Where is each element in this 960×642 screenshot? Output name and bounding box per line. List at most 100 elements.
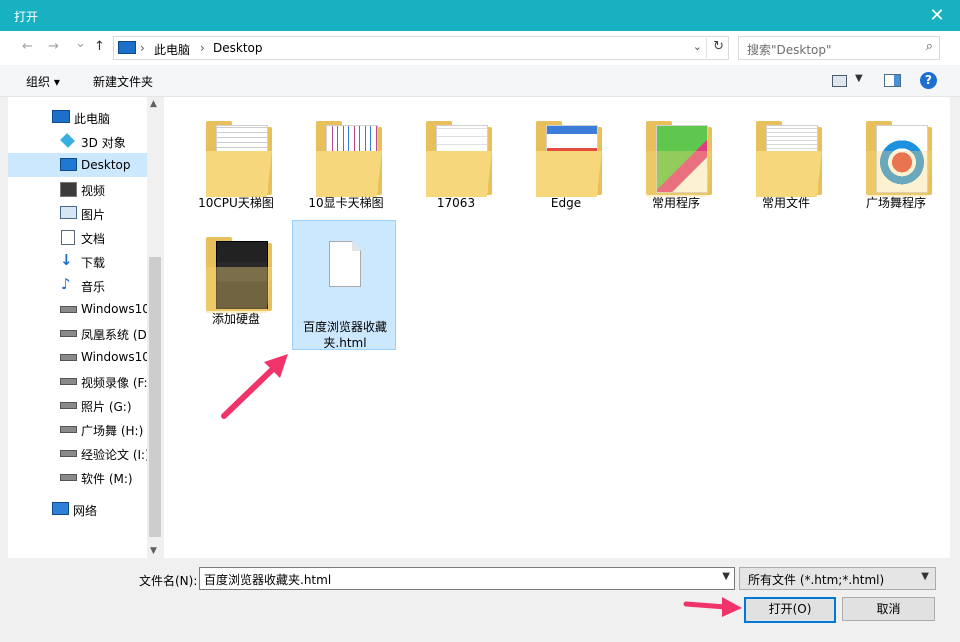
search-icon: ⌕ <box>925 39 933 54</box>
scroll-up-icon[interactable]: ▲ <box>150 99 157 109</box>
close-icon[interactable]: ✕ <box>914 0 960 31</box>
open-button[interactable]: 打开(O) <box>744 597 836 623</box>
sidebar-item-network[interactable]: 网络 <box>8 497 147 521</box>
drive-icon <box>60 474 77 481</box>
pictures-icon <box>60 206 77 219</box>
filename-input[interactable]: 百度浏览器收藏夹.html ▼ <box>199 567 735 590</box>
download-icon: ↓ <box>60 251 73 269</box>
sidebar-item-label: 视频录像 (F:) <box>81 376 147 390</box>
help-icon[interactable]: ? <box>920 72 937 89</box>
file-list: 10CPU天梯图 10显卡天梯图 17063 Edge 常用程序 常用文件 广场… <box>164 97 950 558</box>
file-name: 添加硬盘 <box>211 312 260 326</box>
up-arrow-icon[interactable]: ↑ <box>94 39 105 54</box>
sidebar-item-label: 音乐 <box>81 280 106 294</box>
preview-pane-icon[interactable] <box>884 74 901 87</box>
scroll-thumb[interactable] <box>149 257 161 537</box>
network-icon <box>52 502 69 515</box>
sidebar-item-drive-g[interactable]: 照片 (G:) <box>8 393 147 417</box>
sidebar-item-label: 网络 <box>73 504 98 518</box>
drive-icon <box>60 330 77 337</box>
breadcrumb-separator: › <box>140 41 145 55</box>
chevron-down-icon[interactable]: ▼ <box>722 571 730 582</box>
navigation-scrollbar[interactable]: ▲ ▼ <box>147 97 163 558</box>
file-item-folder[interactable]: Edge <box>514 107 618 215</box>
file-name: 广场舞程序 <box>865 196 926 210</box>
sidebar-item-this-pc[interactable]: 此电脑 <box>8 105 147 129</box>
sidebar-item-label: 广场舞 (H:) <box>81 424 144 438</box>
organize-menu-button[interactable]: 组织 ▾ <box>26 73 60 90</box>
file-item-folder[interactable]: 常用程序 <box>624 107 728 215</box>
file-item-folder[interactable]: 常用文件 <box>734 107 838 215</box>
new-folder-button[interactable]: 新建文件夹 <box>93 73 153 90</box>
sidebar-item-drive-d[interactable]: 凤凰系统 (D: <box>8 321 147 345</box>
sidebar-item-label: Windows10- <box>81 302 147 316</box>
address-bar[interactable]: › 此电脑 › Desktop ⌄ ↻ <box>113 36 729 60</box>
drive-icon <box>60 426 77 433</box>
refresh-icon[interactable]: ↻ <box>713 39 724 54</box>
sidebar-item-drive-f[interactable]: 视频录像 (F:) <box>8 369 147 393</box>
address-row: ← → ⌄ ↑ › 此电脑 › Desktop ⌄ ↻ 搜索"Desktop" … <box>0 31 960 65</box>
sidebar-item-label: 经验论文 (I:) <box>81 448 147 462</box>
filename-label: 文件名(N): <box>139 574 198 588</box>
sidebar-item-label: 文档 <box>81 232 106 246</box>
sidebar-item-label: 软件 (M:) <box>81 472 133 486</box>
recent-locations-icon[interactable]: ⌄ <box>75 36 86 51</box>
file-name: 10显卡天梯图 <box>308 196 384 210</box>
annotation-arrow-icon <box>221 354 288 419</box>
search-input[interactable]: 搜索"Desktop" ⌕ <box>738 36 940 60</box>
file-item-folder[interactable]: 10显卡天梯图 <box>294 107 398 215</box>
file-name: 百度浏览器收藏夹.html <box>302 320 387 350</box>
sidebar-item-documents[interactable]: 文档 <box>8 225 147 249</box>
breadcrumb-this-pc[interactable]: 此电脑 <box>154 41 190 58</box>
folder-icon <box>536 121 602 197</box>
sidebar-item-label: Desktop <box>81 158 131 172</box>
open-file-dialog: 打开 ✕ ← → ⌄ ↑ › 此电脑 › Desktop ⌄ ↻ 搜索"Desk… <box>0 0 960 642</box>
view-options-icon[interactable] <box>832 75 847 87</box>
sidebar-item-label: 下载 <box>81 256 106 270</box>
sidebar-item-drive-m[interactable]: 软件 (M:) <box>8 465 147 489</box>
sidebar-item-drive-h[interactable]: 广场舞 (H:) <box>8 417 147 441</box>
file-item-folder[interactable]: 17063 <box>404 107 508 215</box>
file-item-folder[interactable]: 添加硬盘 <box>184 223 288 331</box>
search-placeholder: 搜索"Desktop" <box>747 43 832 57</box>
file-item-folder[interactable]: 广场舞程序 <box>844 107 948 215</box>
address-dropdown-icon[interactable]: ⌄ <box>693 40 702 53</box>
file-item-html[interactable]: 百度浏览器收藏夹.html <box>292 220 396 350</box>
sidebar-item-videos[interactable]: 视频 <box>8 177 147 201</box>
folder-icon <box>756 121 822 197</box>
dialog-footer: 文件名(N): 百度浏览器收藏夹.html ▼ 所有文件 (*.htm;*.ht… <box>0 558 960 642</box>
folder-icon <box>866 121 932 197</box>
sidebar-item-label: 图片 <box>81 208 106 222</box>
sidebar-item-desktop[interactable]: Desktop <box>8 153 147 177</box>
sidebar-item-drive-e[interactable]: Windows10- <box>8 345 147 369</box>
scroll-down-icon[interactable]: ▼ <box>150 546 157 556</box>
sidebar-item-drive-c[interactable]: Windows10- <box>8 297 147 321</box>
documents-icon <box>61 230 75 245</box>
back-arrow-icon[interactable]: ← <box>22 39 33 54</box>
video-icon <box>60 182 77 197</box>
desktop-icon <box>60 158 77 171</box>
forward-arrow-icon[interactable]: → <box>48 39 59 54</box>
file-type-select[interactable]: 所有文件 (*.htm;*.html) ▼ <box>739 567 936 590</box>
sidebar-item-drive-i[interactable]: 经验论文 (I:) <box>8 441 147 465</box>
music-icon: ♪ <box>61 275 71 293</box>
folder-icon <box>206 121 272 197</box>
cancel-button[interactable]: 取消 <box>842 597 935 621</box>
view-dropdown-icon[interactable]: ▼ <box>855 73 863 84</box>
breadcrumb-desktop[interactable]: Desktop <box>213 41 263 55</box>
sidebar-item-3d-objects[interactable]: 3D 对象 <box>8 129 147 153</box>
sidebar-item-music[interactable]: ♪ 音乐 <box>8 273 147 297</box>
sidebar-item-label: 照片 (G:) <box>81 400 132 414</box>
html-file-icon <box>329 241 361 287</box>
sidebar-item-downloads[interactable]: ↓ 下载 <box>8 249 147 273</box>
file-name: 常用文件 <box>761 196 810 210</box>
file-name: 常用程序 <box>651 196 700 210</box>
drive-icon <box>60 306 77 313</box>
content-scrollbar[interactable] <box>950 97 960 558</box>
computer-icon <box>118 41 136 54</box>
file-item-folder[interactable]: 10CPU天梯图 <box>184 107 288 215</box>
sidebar-item-pictures[interactable]: 图片 <box>8 201 147 225</box>
divider <box>706 38 707 58</box>
chevron-down-icon[interactable]: ▼ <box>921 571 929 582</box>
sidebar-item-label: 此电脑 <box>74 112 111 126</box>
